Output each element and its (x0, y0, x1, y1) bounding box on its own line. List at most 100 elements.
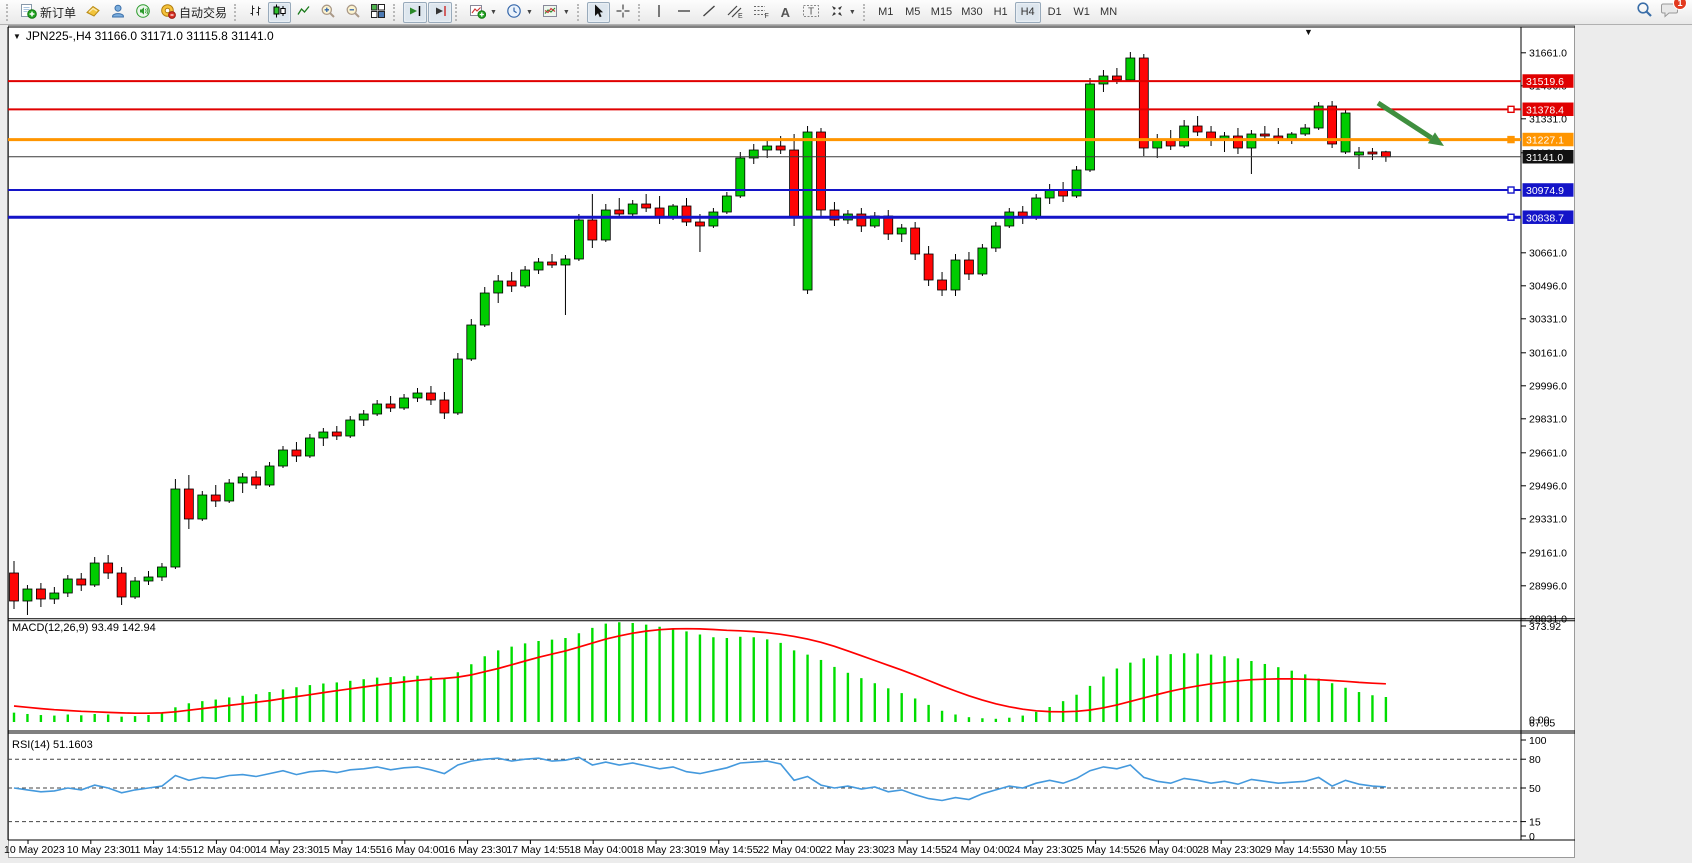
bear-candle (507, 281, 516, 286)
bull-candle (467, 325, 476, 359)
periods-button[interactable]: ▼ (502, 2, 537, 23)
timeframe-m30-button[interactable]: M30 (957, 2, 986, 23)
timeframe-m5-button[interactable]: M5 (900, 2, 926, 23)
time-tick-label: 11 May 14:55 (130, 844, 193, 856)
level-handle[interactable] (1508, 214, 1514, 220)
level-price-label-text: 30838.7 (1526, 212, 1564, 224)
toolbar-grip (393, 4, 398, 21)
level-handle[interactable] (1508, 106, 1514, 112)
sounds-button[interactable] (131, 2, 155, 23)
zoom-in-icon (320, 3, 336, 22)
chart-canvas[interactable]: 31661.031496.031331.031161.030661.030496… (0, 25, 1692, 863)
bull-candle (225, 483, 234, 501)
timeframe-m15-button[interactable]: M15 (927, 2, 956, 23)
chart-title-text: JPN225-,H4 31166.0 31171.0 31115.8 31141… (26, 29, 274, 43)
rsi-tick-label: 80 (1529, 754, 1541, 766)
bull-candle (23, 589, 32, 601)
bull-candle (763, 146, 772, 150)
bear-candle (1233, 136, 1242, 148)
line-chart-button[interactable] (292, 2, 315, 23)
arrows-icon (829, 3, 845, 22)
level-price-label-text: 30974.9 (1526, 185, 1564, 197)
bull-candle (1341, 113, 1350, 152)
level-handle[interactable] (1508, 137, 1514, 143)
bar-chart-button[interactable] (244, 2, 267, 23)
community-icon (110, 3, 126, 22)
time-tick-label: 16 May 04:00 (381, 844, 445, 856)
chart-expert-marker-icon[interactable]: ▼ (1304, 27, 1313, 37)
metaeditor-icon (85, 3, 101, 22)
chat-button[interactable]: 1 (1661, 1, 1680, 23)
bull-candle (1153, 140, 1162, 148)
chart-title: ▼ JPN225-,H4 31166.0 31171.0 31115.8 311… (13, 29, 274, 43)
autotrading-button[interactable]: 自动交易 (156, 2, 231, 23)
zoom-out-button[interactable] (341, 2, 365, 23)
zoom-in-button[interactable] (316, 2, 340, 23)
price-tick-label: 30496.0 (1529, 281, 1567, 293)
autotrading-icon (160, 3, 176, 22)
bear-candle (790, 150, 799, 218)
fibonacci-button[interactable]: F (748, 2, 773, 23)
search-button[interactable] (1636, 1, 1653, 23)
new-order-button[interactable]: 新订单 (16, 2, 80, 23)
time-tick-label: 30 May 10:55 (1323, 844, 1387, 856)
indicators-button[interactable]: ▼ (465, 2, 501, 23)
bull-candle (157, 567, 166, 577)
bear-candle (252, 477, 261, 485)
rsi-tick-label: 100 (1529, 735, 1547, 747)
fibonacci-icon: F (752, 3, 769, 22)
bull-candle (1072, 170, 1081, 196)
bull-candle (359, 414, 368, 420)
bull-candle (1126, 58, 1135, 80)
candlestick-chart-button[interactable] (268, 2, 291, 23)
text-button[interactable]: A (774, 2, 797, 23)
community-button[interactable] (106, 2, 130, 23)
bear-candle (1112, 76, 1121, 80)
price-tick-label: 29831.0 (1529, 414, 1567, 426)
time-tick-label: 14 May 23:30 (255, 844, 319, 856)
trendline-button[interactable] (697, 2, 721, 23)
bull-candle (1099, 76, 1108, 84)
time-tick-label: 28 May 23:30 (1197, 844, 1261, 856)
bull-candle (1045, 190, 1054, 198)
crosshair-button[interactable] (611, 2, 635, 23)
bull-candle (144, 577, 153, 581)
timeframe-h1-button[interactable]: H1 (988, 2, 1014, 23)
bull-candle (279, 450, 288, 466)
level-price-label-text: 31519.6 (1526, 76, 1564, 88)
level-handle[interactable] (1508, 187, 1514, 193)
cursor-button[interactable] (587, 2, 610, 23)
bear-candle (1260, 134, 1269, 136)
tile-windows-button[interactable] (366, 2, 390, 23)
rsi-tick-label: 15 (1529, 816, 1541, 828)
text-label-button[interactable]: T (798, 2, 824, 23)
arrows-button[interactable]: ▼ (825, 2, 860, 23)
bear-candle (292, 450, 301, 456)
price-tick-label: 30161.0 (1529, 348, 1567, 360)
time-tick-label: 23 May 14:55 (883, 844, 947, 856)
price-tick-label: 30661.0 (1529, 248, 1567, 260)
bull-candle (346, 420, 355, 436)
templates-button[interactable]: ▼ (538, 2, 574, 23)
equidistant-channel-button[interactable]: E (722, 2, 747, 23)
notification-badge: 1 (1673, 0, 1687, 10)
chart-menu-icon[interactable]: ▼ (13, 32, 21, 41)
bull-candle (722, 196, 731, 212)
metaeditor-button[interactable] (81, 2, 105, 23)
timeframe-d1-button[interactable]: D1 (1042, 2, 1068, 23)
timeframe-h4-button[interactable]: H4 (1015, 2, 1041, 23)
crosshair-icon (615, 3, 631, 22)
bull-candle (897, 228, 906, 234)
chevron-down-icon: ▼ (490, 9, 497, 16)
horizontal-line-button[interactable] (672, 2, 696, 23)
bear-candle (1368, 152, 1377, 154)
timeframe-mn-button[interactable]: MN (1096, 2, 1122, 23)
bull-candle (978, 248, 987, 274)
auto-scroll-button[interactable] (403, 2, 427, 23)
price-tick-label: 29331.0 (1529, 514, 1567, 526)
bull-candle (453, 359, 462, 413)
vertical-line-button[interactable] (648, 2, 671, 23)
chart-shift-button[interactable] (428, 2, 452, 23)
timeframe-m1-button[interactable]: M1 (873, 2, 899, 23)
timeframe-w1-button[interactable]: W1 (1069, 2, 1095, 23)
